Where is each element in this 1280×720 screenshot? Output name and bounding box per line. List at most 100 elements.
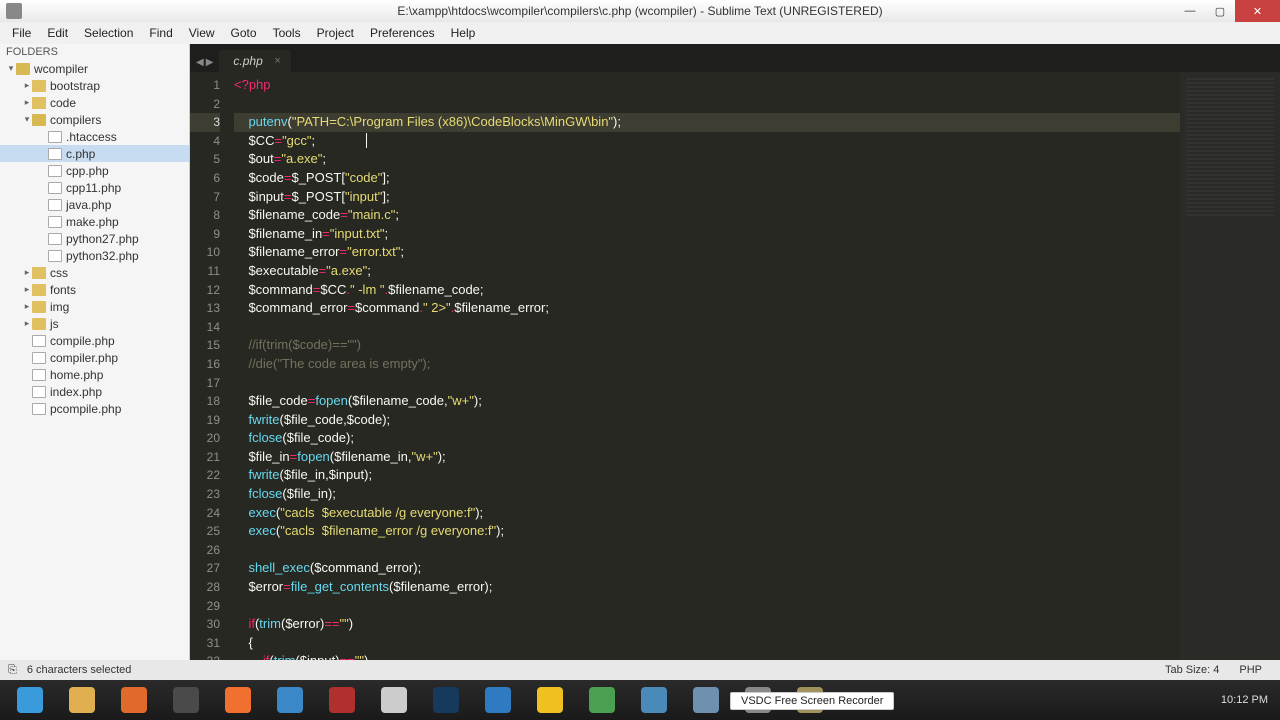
taskbar-explorer[interactable] xyxy=(58,683,106,717)
file--htaccess[interactable]: .htaccess xyxy=(0,128,189,145)
taskbar-sublime[interactable] xyxy=(162,683,210,717)
file-icon xyxy=(32,369,46,381)
folder-icon xyxy=(32,301,46,313)
clock[interactable]: 10:12 PM xyxy=(1221,694,1276,706)
vscode-icon xyxy=(485,687,511,713)
file-icon xyxy=(48,165,62,177)
file-icon xyxy=(32,335,46,347)
folder-compilers[interactable]: ▾compilers xyxy=(0,111,189,128)
menu-help[interactable]: Help xyxy=(443,24,484,42)
taskbar-app2[interactable] xyxy=(578,683,626,717)
code-area[interactable]: 1234567891011121314151617181920212223242… xyxy=(190,72,1280,660)
file-python32-php[interactable]: python32.php xyxy=(0,247,189,264)
recorder-overlay: VSDC Free Screen Recorder xyxy=(730,692,894,710)
taskbar-vscode[interactable] xyxy=(474,683,522,717)
nav-back-icon[interactable]: ◀ xyxy=(196,57,204,68)
file-cpp11-php[interactable]: cpp11.php xyxy=(0,179,189,196)
file-icon xyxy=(48,233,62,245)
file-icon xyxy=(48,250,62,262)
minimap[interactable] xyxy=(1180,72,1280,660)
file-icon xyxy=(48,148,62,160)
file-home-php[interactable]: home.php xyxy=(0,366,189,383)
status-selection: 6 characters selected xyxy=(17,664,142,676)
file-index-php[interactable]: index.php xyxy=(0,383,189,400)
status-language[interactable]: PHP xyxy=(1229,664,1272,676)
file-icon xyxy=(48,131,62,143)
chrome-icon xyxy=(381,687,407,713)
file-make-php[interactable]: make.php xyxy=(0,213,189,230)
folder-icon xyxy=(32,114,46,126)
maximize-button[interactable]: ▢ xyxy=(1205,0,1235,22)
menu-selection[interactable]: Selection xyxy=(76,24,141,42)
webstorm-icon xyxy=(277,687,303,713)
menubar: FileEditSelectionFindViewGotoToolsProjec… xyxy=(0,22,1280,44)
folder-wcompiler[interactable]: ▾wcompiler xyxy=(0,60,189,77)
photoshop-icon xyxy=(433,687,459,713)
tab-c-php[interactable]: c.php × xyxy=(219,50,290,72)
folder-code[interactable]: ▸code xyxy=(0,94,189,111)
taskbar-media[interactable] xyxy=(526,683,574,717)
folder-icon xyxy=(32,267,46,279)
taskbar-app4[interactable] xyxy=(682,683,730,717)
window-title: E:\xampp\htdocs\wcompiler\compilers\c.ph… xyxy=(397,4,882,18)
file-icon xyxy=(48,216,62,228)
tab-close-icon[interactable]: × xyxy=(274,55,280,67)
taskbar-app1[interactable] xyxy=(318,683,366,717)
sidebar-header: FOLDERS xyxy=(0,44,189,60)
line-gutter: 1234567891011121314151617181920212223242… xyxy=(190,72,228,660)
app4-icon xyxy=(693,687,719,713)
titlebar: E:\xampp\htdocs\wcompiler\compilers\c.ph… xyxy=(0,0,1280,22)
folder-fonts[interactable]: ▸fonts xyxy=(0,281,189,298)
file-icon xyxy=(48,199,62,211)
taskbar-ie[interactable] xyxy=(6,683,54,717)
taskbar-app3[interactable] xyxy=(630,683,678,717)
folder-css[interactable]: ▸css xyxy=(0,264,189,281)
firefox-icon xyxy=(121,687,147,713)
nav-fwd-icon[interactable]: ▶ xyxy=(206,57,214,68)
menu-find[interactable]: Find xyxy=(141,24,180,42)
folder-icon xyxy=(32,284,46,296)
file-compiler-php[interactable]: compiler.php xyxy=(0,349,189,366)
close-button[interactable]: ✕ xyxy=(1235,0,1280,22)
taskbar-chrome[interactable] xyxy=(370,683,418,717)
minimize-button[interactable]: — xyxy=(1175,0,1205,22)
taskbar-photoshop[interactable] xyxy=(422,683,470,717)
status-icon: ⎘ xyxy=(8,664,17,677)
file-cpp-php[interactable]: cpp.php xyxy=(0,162,189,179)
folder-img[interactable]: ▸img xyxy=(0,298,189,315)
folder-icon xyxy=(32,80,46,92)
file-pcompile-php[interactable]: pcompile.php xyxy=(0,400,189,417)
editor: ◀ ▶ c.php × 1234567891011121314151617181… xyxy=(190,44,1280,660)
menu-view[interactable]: View xyxy=(181,24,223,42)
menu-project[interactable]: Project xyxy=(309,24,362,42)
file-java-php[interactable]: java.php xyxy=(0,196,189,213)
folder-icon xyxy=(16,63,30,75)
taskbar-webstorm[interactable] xyxy=(266,683,314,717)
menu-preferences[interactable]: Preferences xyxy=(362,24,443,42)
menu-edit[interactable]: Edit xyxy=(39,24,76,42)
folder-bootstrap[interactable]: ▸bootstrap xyxy=(0,77,189,94)
menu-file[interactable]: File xyxy=(4,24,39,42)
taskbar-firefox[interactable] xyxy=(110,683,158,717)
app1-icon xyxy=(329,687,355,713)
taskbar: VSDC Free Screen Recorder 10:12 PM xyxy=(0,680,1280,720)
folder-icon xyxy=(32,318,46,330)
code-lines[interactable]: <?php putenv("PATH=C:\Program Files (x86… xyxy=(228,72,1180,660)
file-python27-php[interactable]: python27.php xyxy=(0,230,189,247)
sublime-icon xyxy=(173,687,199,713)
status-tabsize[interactable]: Tab Size: 4 xyxy=(1155,664,1229,676)
file-compile-php[interactable]: compile.php xyxy=(0,332,189,349)
menu-tools[interactable]: Tools xyxy=(265,24,309,42)
folder-icon xyxy=(32,97,46,109)
file-icon xyxy=(32,386,46,398)
media-icon xyxy=(537,687,563,713)
taskbar-xampp[interactable] xyxy=(214,683,262,717)
folder-js[interactable]: ▸js xyxy=(0,315,189,332)
menu-goto[interactable]: Goto xyxy=(223,24,265,42)
file-icon xyxy=(32,352,46,364)
file-c-php[interactable]: c.php xyxy=(0,145,189,162)
app-icon xyxy=(6,3,22,19)
ie-icon xyxy=(17,687,43,713)
explorer-icon xyxy=(69,687,95,713)
xampp-icon xyxy=(225,687,251,713)
